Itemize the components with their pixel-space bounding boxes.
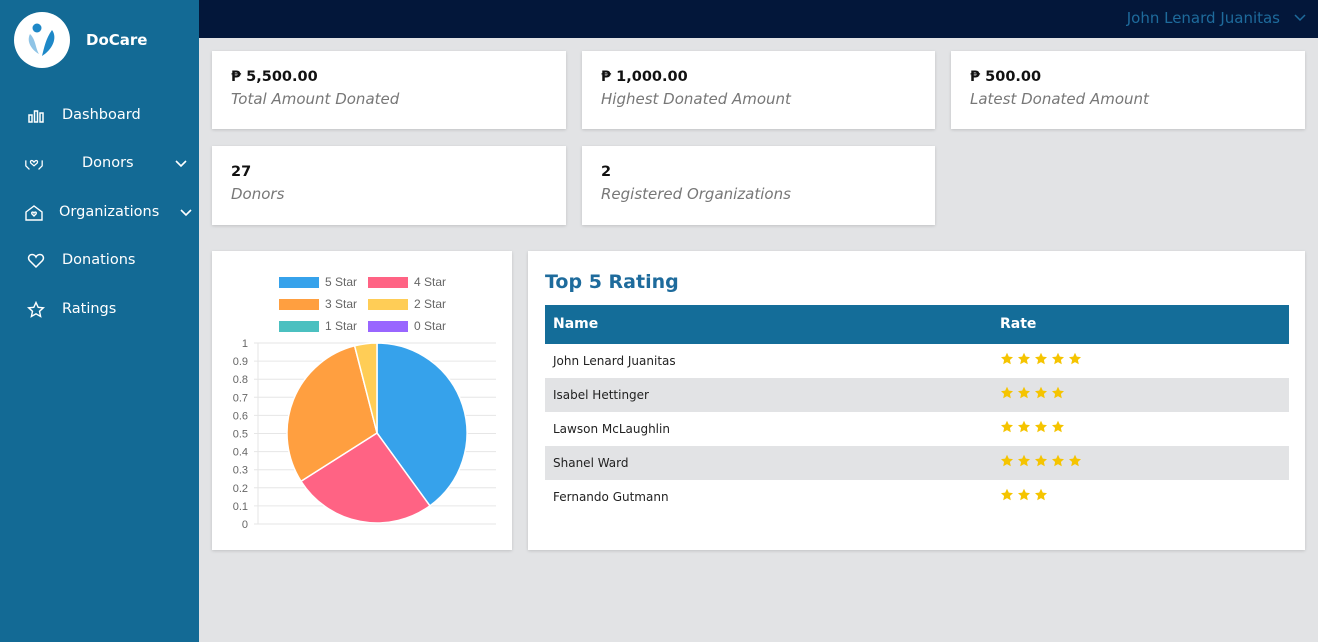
stat-value: ₱ 5,500.00 <box>231 69 318 85</box>
rating-name: Fernando Gutmann <box>553 490 669 504</box>
table-row: John Lenard Juanitas <box>545 344 1289 378</box>
stat-value: 2 <box>601 164 612 180</box>
sidebar-item-label: Ratings <box>62 301 117 317</box>
brand[interactable]: DoCare <box>14 12 147 68</box>
stat-value: ₱ 1,000.00 <box>601 69 688 85</box>
chevron-down-icon[interactable] <box>173 156 189 172</box>
star-icon <box>1018 454 1030 467</box>
user-menu-name[interactable]: John Lenard Juanitas <box>1127 9 1280 27</box>
sidebar-item-label: Donations <box>62 252 136 268</box>
rating-name: John Lenard Juanitas <box>553 354 676 368</box>
stat-label: Highest Donated Amount <box>601 90 791 108</box>
star-icon <box>1001 420 1013 433</box>
rating-name: Isabel Hettinger <box>553 388 649 402</box>
table-header: Name Rate <box>545 305 1289 344</box>
y-tick-label: 0.9 <box>233 356 248 368</box>
y-tick-label: 1 <box>242 338 248 350</box>
table-row: Shanel Ward <box>545 446 1289 480</box>
bar-chart-icon <box>26 107 46 125</box>
star-icon <box>1001 454 1013 467</box>
stat-card-organizations: 2 Registered Organizations <box>582 146 935 225</box>
stat-value: 27 <box>231 164 252 180</box>
sidebar-item-donors[interactable]: Donors <box>0 146 199 182</box>
rating-name: Lawson McLaughlin <box>553 422 670 436</box>
table-body: John Lenard Juanitas Isabel Hettinger Laws… <box>545 344 1289 514</box>
stat-card-latest-donated: ₱ 500.00 Latest Donated Amount <box>951 51 1305 129</box>
y-tick-label: 0 <box>242 519 248 531</box>
top-bar: John Lenard Juanitas <box>199 0 1318 38</box>
star-icon <box>1052 386 1064 399</box>
y-tick-label: 0.6 <box>233 410 248 422</box>
house-heart-icon <box>24 204 44 222</box>
rating-stars <box>1000 488 1051 502</box>
rating-name: Shanel Ward <box>553 456 629 470</box>
pie-slices <box>286 342 468 524</box>
rating-stars <box>1000 386 1068 400</box>
star-icon <box>1035 386 1047 399</box>
sidebar-item-label: Organizations <box>59 204 160 220</box>
rating-table: Name Rate John Lenard Juanitas Isabel Het… <box>545 305 1289 514</box>
sidebar-item-label: Donors <box>82 155 134 171</box>
sidebar-item-organizations[interactable]: Organizations <box>0 195 199 231</box>
sidebar-item-label: Dashboard <box>62 107 141 123</box>
hands-heart-icon <box>24 155 44 173</box>
stat-label: Donors <box>231 185 285 203</box>
docare-logo <box>14 12 70 68</box>
stat-card-donors: 27 Donors <box>212 146 566 225</box>
column-header-rate: Rate <box>1000 316 1037 332</box>
star-icon <box>1052 420 1064 433</box>
top-rating-card: Top 5 Rating Name Rate John Lenard Juani… <box>528 251 1305 550</box>
pie-chart: 1 0.9 0.8 0.7 0.6 0.5 0.4 0.3 0.2 0.1 0 <box>233 338 496 531</box>
y-tick-label: 0.8 <box>233 374 248 386</box>
heart-icon <box>26 252 46 270</box>
star-icon <box>1069 352 1081 365</box>
y-tick-label: 0.5 <box>233 429 248 441</box>
stat-label: Latest Donated Amount <box>970 90 1149 108</box>
brand-name: DoCare <box>86 31 148 49</box>
chevron-down-icon[interactable] <box>178 205 194 221</box>
star-icon <box>1035 488 1047 501</box>
star-icon <box>1052 454 1064 467</box>
star-icon <box>26 301 46 319</box>
star-icon <box>1018 386 1030 399</box>
rating-stars <box>1000 420 1068 434</box>
star-icon <box>1001 386 1013 399</box>
star-icon <box>1018 420 1030 433</box>
y-tick-label: 0.3 <box>233 465 248 477</box>
stat-label: Total Amount Donated <box>231 90 400 108</box>
top-rating-title: Top 5 Rating <box>545 271 679 293</box>
rating-pie-chart-card: 5 Star 4 Star 3 Star 2 Star 1 Star 0 Sta… <box>212 251 512 550</box>
star-icon <box>1052 352 1064 365</box>
star-icon <box>1018 352 1030 365</box>
table-row: Isabel Hettinger <box>545 378 1289 412</box>
table-row: Fernando Gutmann <box>545 480 1289 514</box>
star-icon <box>1001 352 1013 365</box>
star-icon <box>1035 454 1047 467</box>
rating-stars <box>1000 352 1085 366</box>
stat-card-highest-donated: ₱ 1,000.00 Highest Donated Amount <box>582 51 935 129</box>
sidebar-item-dashboard[interactable]: Dashboard <box>0 98 199 134</box>
rating-stars <box>1000 454 1085 468</box>
y-tick-label: 0.2 <box>233 483 248 495</box>
y-tick-label: 0.7 <box>233 392 248 404</box>
star-icon <box>1035 420 1047 433</box>
y-tick-label: 0.4 <box>233 447 248 459</box>
y-tick-label: 0.1 <box>233 501 248 513</box>
sidebar-item-ratings[interactable]: Ratings <box>0 292 199 328</box>
stat-card-total-donated: ₱ 5,500.00 Total Amount Donated <box>212 51 566 129</box>
table-row: Lawson McLaughlin <box>545 412 1289 446</box>
column-header-name: Name <box>553 316 599 332</box>
chevron-down-icon[interactable] <box>1292 10 1308 26</box>
stat-label: Registered Organizations <box>601 185 791 203</box>
star-icon <box>1001 488 1013 501</box>
star-icon <box>1018 488 1030 501</box>
sidebar: DoCare Dashboard Donors Organizations Do… <box>0 0 199 642</box>
star-icon <box>1035 352 1047 365</box>
sidebar-item-donations[interactable]: Donations <box>0 243 199 279</box>
stat-value: ₱ 500.00 <box>970 69 1042 85</box>
star-icon <box>1069 454 1081 467</box>
